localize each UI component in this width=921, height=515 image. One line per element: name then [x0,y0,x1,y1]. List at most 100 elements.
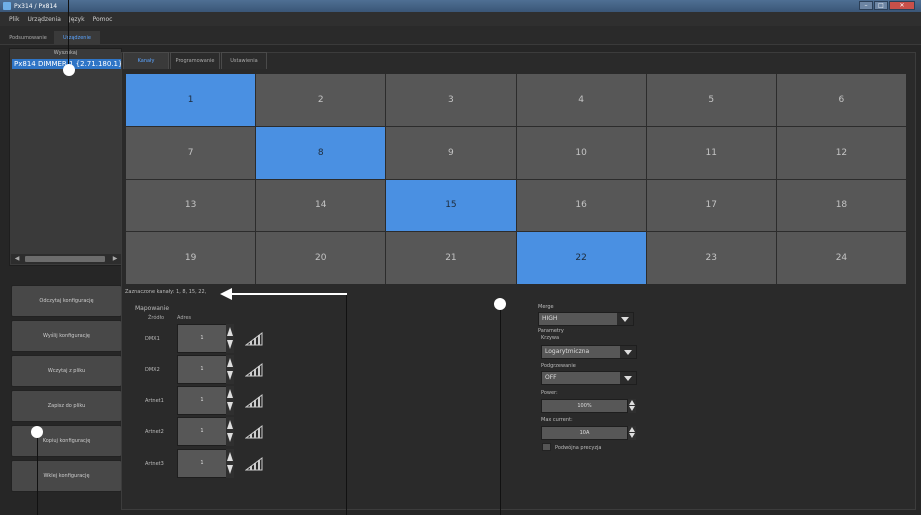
menu-help[interactable]: Pomoc [93,16,113,23]
arrow-down-icon[interactable] [227,465,233,474]
address-stepper[interactable]: 1 [177,449,227,478]
channel-cell[interactable]: 15 [386,179,516,232]
channel-cell[interactable]: 20 [256,232,386,284]
channel-grid: 1 2 3 4 5 6 7 8 9 10 11 12 13 14 15 16 17 18 19 20 21 22 23 24 [126,74,906,284]
max-current-label: Max current: [541,417,573,423]
address-stepper[interactable]: 1 [177,355,227,384]
address-stepper[interactable]: 1 [177,386,227,415]
channel-cell[interactable]: 2 [256,74,386,126]
address-stepper[interactable]: 1 [177,417,227,446]
maximize-icon[interactable]: □ [874,1,888,10]
curve-select[interactable]: Logarytmiczna [541,345,637,359]
chevron-down-icon[interactable] [617,313,633,325]
channel-cell[interactable]: 19 [126,232,256,284]
stepper-arrows[interactable] [226,324,234,353]
merge-select[interactable]: HIGH [538,312,634,326]
channel-cell[interactable]: 8 [256,126,386,179]
arrow-up-icon[interactable] [227,327,233,336]
menu-file[interactable]: Plik [9,16,19,23]
arrow-down-icon[interactable] [629,406,635,411]
arrow-down-icon[interactable] [227,371,233,380]
channel-cell[interactable]: 7 [126,126,256,179]
scroll-left-icon[interactable]: ◀ [12,255,22,263]
signal-icon[interactable] [245,457,263,471]
channel-cell[interactable]: 14 [256,179,386,232]
address-stepper[interactable]: 1 [177,324,227,353]
menu-devices[interactable]: Urządzenia [27,16,60,23]
mapping-row: DMX1 1 [0,324,400,354]
channel-cell[interactable]: 3 [386,74,516,126]
channel-cell[interactable]: 24 [776,232,906,284]
channel-cell[interactable]: 6 [776,74,906,126]
mapping-row: Artnet2 1 [0,417,400,447]
channel-cell[interactable]: 21 [386,232,516,284]
mapping-source: Artnet2 [145,429,164,435]
stepper-arrows[interactable] [226,449,234,478]
signal-icon[interactable] [245,425,263,439]
channel-cell[interactable]: 12 [776,126,906,179]
main-tabs: Podsumowanie Urządzenie [0,26,921,45]
max-current-stepper-arrows[interactable] [628,426,636,440]
channel-cell[interactable]: 13 [126,179,256,232]
arrow-down-icon[interactable] [227,402,233,411]
arrow-up-icon[interactable] [629,400,635,405]
signal-icon[interactable] [245,332,263,346]
minimize-icon[interactable]: – [859,1,873,10]
tab-summary[interactable]: Podsumowanie [6,31,50,45]
arrow-down-icon[interactable] [227,433,233,442]
app-icon [3,2,11,10]
selected-channels-label: Zaznaczone kanały: 1, 8, 15, 22, [125,289,207,295]
arrow-up-icon[interactable] [629,427,635,432]
annotation-line [37,432,38,515]
tab-channels[interactable]: Kanały [123,52,169,69]
curve-value: Logarytmiczna [545,348,590,355]
channel-cell[interactable]: 11 [646,126,776,179]
tab-programming[interactable]: Programowanie [170,52,220,69]
power-input[interactable]: 100% [541,399,628,413]
chevron-down-icon[interactable] [620,372,636,384]
channel-cell[interactable]: 10 [516,126,646,179]
tab-settings[interactable]: Ustawienia [221,52,267,69]
annotation-arrow-icon [220,288,232,300]
arrow-down-icon[interactable] [227,340,233,349]
arrow-down-icon[interactable] [629,433,635,438]
annotation-line [68,0,69,64]
channel-cell[interactable]: 18 [776,179,906,232]
annotation-line [346,294,347,515]
signal-icon[interactable] [245,363,263,377]
preheat-select[interactable]: OFF [541,371,637,385]
stepper-arrows[interactable] [226,417,234,446]
channel-cell[interactable]: 16 [516,179,646,232]
stepper-arrows[interactable] [226,355,234,384]
menu-language[interactable]: Język [69,16,85,23]
tab-device[interactable]: Urządzenie [54,31,100,45]
signal-icon[interactable] [245,394,263,408]
channel-cell[interactable]: 5 [646,74,776,126]
channel-cell[interactable]: 22 [516,232,646,284]
close-icon[interactable]: ✕ [889,1,915,10]
merge-label: Merge [538,304,554,310]
mapping-row: Artnet3 1 [0,449,400,479]
stepper-arrows[interactable] [226,386,234,415]
preheat-label: Podgrzewanie [541,363,576,369]
channel-cell[interactable]: 17 [646,179,776,232]
window-controls: – □ ✕ [859,1,915,10]
scroll-right-icon[interactable]: ▶ [110,255,120,263]
arrow-up-icon[interactable] [227,358,233,367]
annotation-line [500,304,501,515]
double-precision-checkbox[interactable] [542,443,551,451]
device-list-header[interactable]: Wyszukaj [10,49,121,58]
channel-cell[interactable]: 23 [646,232,776,284]
scrollbar-thumb[interactable] [25,256,105,262]
arrow-up-icon[interactable] [227,420,233,429]
arrow-up-icon[interactable] [227,389,233,398]
chevron-down-icon[interactable] [620,346,636,358]
read-config-button[interactable]: Odczytaj konfigurację [11,285,122,317]
channel-cell[interactable]: 9 [386,126,516,179]
arrow-up-icon[interactable] [227,452,233,461]
power-stepper-arrows[interactable] [628,399,636,413]
channel-cell[interactable]: 4 [516,74,646,126]
channel-cell[interactable]: 1 [126,74,256,126]
horizontal-scrollbar[interactable]: ◀ ▶ [11,254,121,264]
max-current-input[interactable]: 10A [541,426,628,440]
